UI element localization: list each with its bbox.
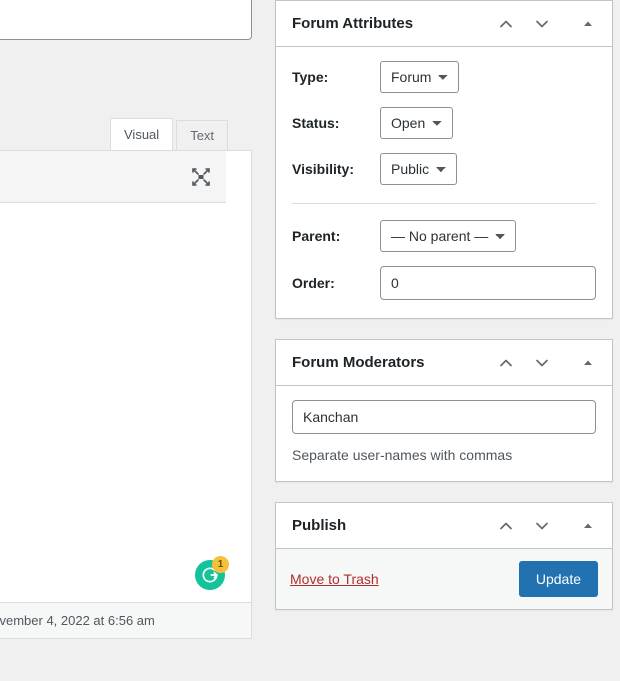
moderators-help-text: Separate user-names with commas: [292, 447, 596, 463]
label-status: Status:: [292, 115, 380, 131]
move-to-trash-link[interactable]: Move to Trash: [290, 571, 379, 587]
select-forum-type[interactable]: Forum: [380, 61, 459, 93]
metabox-title-forum-moderators: Forum Moderators: [292, 352, 425, 373]
chevron-down-icon[interactable]: [530, 12, 554, 36]
chevron-down-icon[interactable]: [530, 351, 554, 375]
grammarly-icon[interactable]: 1: [195, 556, 229, 590]
metabox-publish: Publish Move to Trash Update: [275, 502, 613, 610]
triangle-up-icon[interactable]: [576, 351, 600, 375]
grammarly-count-badge: 1: [212, 556, 229, 573]
chevron-up-icon[interactable]: [494, 12, 518, 36]
chevron-down-icon[interactable]: [530, 514, 554, 538]
editor-status-bar: dmin on November 4, 2022 at 6:56 am: [0, 602, 252, 639]
metabox-body-forum-attributes: Type: Forum Status: Open Visibility: Pub…: [276, 47, 612, 318]
triangle-up-icon[interactable]: [576, 12, 600, 36]
triangle-up-icon[interactable]: [576, 514, 600, 538]
field-row-type: Type: Forum: [292, 61, 596, 93]
metabox-actions: [494, 514, 600, 538]
field-row-status: Status: Open: [292, 107, 596, 139]
tab-text[interactable]: Text: [176, 120, 228, 150]
metabox-header-publish: Publish: [276, 503, 612, 549]
update-button[interactable]: Update: [519, 561, 598, 597]
label-order: Order:: [292, 275, 380, 291]
label-parent: Parent:: [292, 228, 380, 244]
editor-wrap: 1: [0, 150, 252, 602]
fullscreen-icon[interactable]: [190, 166, 212, 188]
select-forum-visibility[interactable]: Public: [380, 153, 457, 185]
section-divider: [292, 203, 596, 204]
field-row-visibility: Visibility: Public: [292, 153, 596, 185]
metabox-header-forum-moderators: Forum Moderators: [276, 340, 612, 386]
editor-mode-tabs: Visual Text: [110, 118, 228, 150]
select-forum-parent[interactable]: — No parent —: [380, 220, 516, 252]
editor-content-area[interactable]: 1: [0, 203, 251, 602]
metabox-title-publish: Publish: [292, 515, 346, 536]
chevron-up-icon[interactable]: [494, 351, 518, 375]
label-visibility: Visibility:: [292, 161, 380, 177]
metabox-forum-attributes: Forum Attributes Type: Forum: [275, 0, 613, 319]
label-type: Type:: [292, 69, 380, 85]
metabox-actions: [494, 12, 600, 36]
last-edited-text: dmin on November 4, 2022 at 6:56 am: [0, 613, 155, 628]
publish-actions: Move to Trash Update: [276, 549, 612, 609]
field-row-order: Order:: [292, 266, 596, 300]
tab-visual[interactable]: Visual: [110, 118, 173, 150]
metabox-forum-moderators: Forum Moderators Separate user-names wit…: [275, 339, 613, 482]
post-editor-column: Visual Text 1: [0, 0, 252, 681]
editor-toolbar: [0, 151, 226, 203]
post-title-input[interactable]: [0, 0, 252, 40]
select-forum-status[interactable]: Open: [380, 107, 453, 139]
metabox-body-publish: Move to Trash Update: [276, 549, 612, 609]
metabox-actions: [494, 351, 600, 375]
input-forum-moderators[interactable]: [292, 400, 596, 434]
metabox-title-forum-attributes: Forum Attributes: [292, 13, 413, 34]
chevron-up-icon[interactable]: [494, 514, 518, 538]
field-row-parent: Parent: — No parent —: [292, 220, 596, 252]
metabox-body-forum-moderators: Separate user-names with commas: [276, 386, 612, 481]
metabox-header-forum-attributes: Forum Attributes: [276, 1, 612, 47]
sidebar: Forum Attributes Type: Forum: [275, 0, 620, 630]
input-forum-order[interactable]: [380, 266, 596, 300]
